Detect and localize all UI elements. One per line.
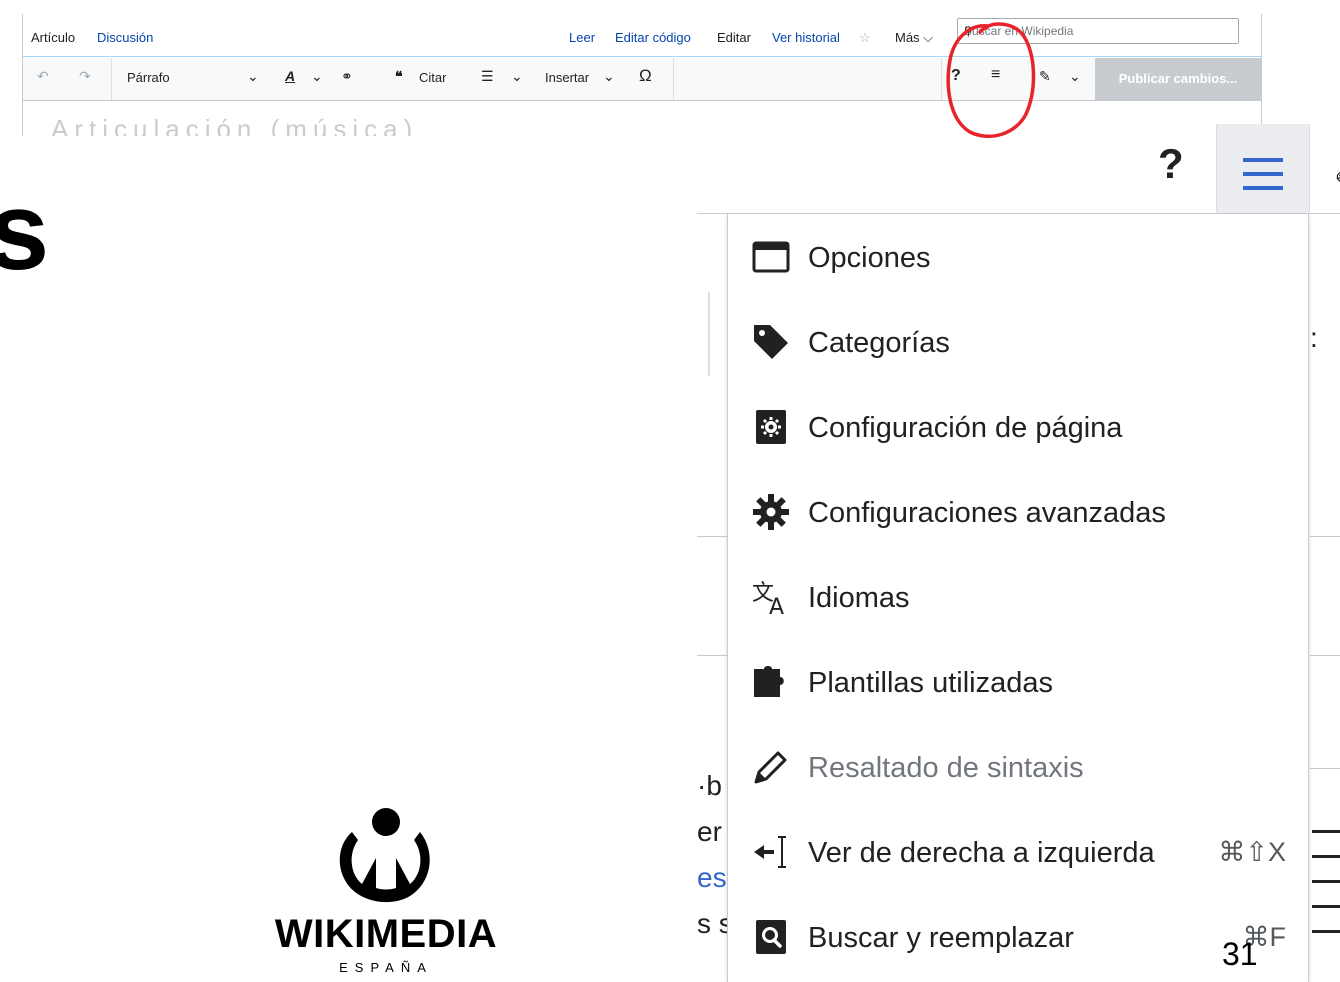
content-rule: [697, 655, 727, 656]
tab-divider: [23, 56, 1261, 57]
menu-item-label: Configuraciones avanzadas: [808, 497, 1166, 529]
menu-item-label: Categorías: [808, 327, 950, 359]
menu-item-syntax-highlighting[interactable]: Resaltado de sintaxis: [728, 732, 1308, 802]
wikimedia-logo-icon: [339, 808, 430, 903]
menu-item-label: Plantillas utilizadas: [808, 667, 1054, 699]
tab-article[interactable]: Artículo: [31, 30, 75, 45]
rtl-icon: [754, 836, 786, 868]
content-text-fragment: er: [697, 816, 722, 847]
content-rule: [1312, 830, 1340, 833]
insert-menu[interactable]: Insertar: [545, 70, 589, 85]
quote-icon[interactable]: ❝: [395, 68, 403, 85]
edit-mode-pencil-icon[interactable]: ✎: [1039, 68, 1051, 85]
menu-item-templates-used[interactable]: Plantillas utilizadas: [728, 647, 1308, 717]
help-button-large[interactable]: ?: [1158, 140, 1184, 188]
gear-icon: [753, 494, 789, 530]
page-title-placeholder: Articulación (música): [51, 114, 419, 136]
content-divider: [708, 292, 710, 376]
window-icon: [752, 241, 790, 273]
wikimedia-wordmark: WIKIMEDIA: [274, 912, 498, 956]
settings-square-icon: [756, 410, 786, 444]
menu-item-label: Idiomas: [808, 582, 910, 614]
tag-icon: [754, 325, 788, 359]
content-rule: [1312, 905, 1340, 908]
publish-button[interactable]: Publicar cambios...: [1095, 58, 1261, 100]
page-options-menu: Opciones Categorías Configuración de pág…: [727, 214, 1309, 982]
menu-item-label: Buscar y reemplazar: [808, 922, 1074, 954]
chevron-down-icon[interactable]: ⌄: [511, 68, 523, 85]
menu-item-label: Ver de derecha a izquierda: [808, 837, 1155, 869]
content-rule: [1310, 536, 1340, 537]
menu-item-label: Resaltado de sintaxis: [808, 752, 1084, 784]
slide-number: 31: [1222, 936, 1258, 972]
list-icon[interactable]: ☰: [481, 68, 494, 85]
content-rule: [1312, 880, 1340, 883]
wikimedia-chapter-name: ESPAÑA: [339, 960, 433, 975]
toolbar-separator: [673, 58, 674, 100]
paragraph-format-select[interactable]: Párrafo: [127, 70, 170, 85]
editor-toolbar: ↶ ↷ Párrafo ⌄ A ⌄ ⚭ ❝ Citar ☰ ⌄ Insertar…: [23, 58, 1261, 101]
star-icon[interactable]: ☆: [859, 30, 871, 46]
content-rule: [1312, 855, 1340, 858]
content-rule: [1310, 768, 1340, 769]
link-icon[interactable]: ⚭: [341, 68, 353, 85]
tab-history[interactable]: Ver historial: [772, 30, 840, 45]
redo-icon[interactable]: ↷: [79, 68, 91, 85]
menu-item-options[interactable]: Opciones: [728, 222, 1308, 292]
content-rule: [1312, 930, 1340, 933]
undo-icon[interactable]: ↶: [37, 68, 49, 85]
language-icon: 文 A: [752, 581, 784, 616]
editor-screenshot: Artículo Discusión Leer Editar código Ed…: [22, 14, 1262, 136]
menu-item-advanced-settings[interactable]: Configuraciones avanzadas: [728, 477, 1308, 547]
menu-item-find-replace[interactable]: Buscar y reemplazar ⌘F: [728, 902, 1308, 972]
tab-edit[interactable]: Editar: [717, 30, 751, 45]
chevron-down-icon[interactable]: ⌄: [603, 68, 615, 85]
tab-discussion[interactable]: Discusión: [97, 30, 153, 45]
menu-item-label: Configuración de página: [808, 412, 1123, 444]
special-character-icon[interactable]: Ω: [639, 66, 652, 86]
puzzle-icon: [754, 666, 784, 697]
red-circle-annotation: [946, 22, 1036, 138]
content-text-fragment: ·b: [697, 770, 722, 801]
content-link-fragment: es: [697, 862, 727, 893]
toolbar-separator: [111, 58, 112, 100]
keyboard-shortcut: ⌘⇧X: [1218, 837, 1286, 867]
menu-item-right-to-left[interactable]: Ver de derecha a izquierda ⌘⇧X: [728, 817, 1308, 887]
menu-item-page-settings[interactable]: Configuración de página: [728, 392, 1308, 462]
page-options-menu-button[interactable]: [1217, 124, 1309, 213]
edit-mode-icon-fragment: ✎: [1334, 166, 1340, 201]
content-rule: [1310, 655, 1340, 656]
heading-fragment: s: [0, 170, 50, 293]
tab-more[interactable]: Más ⌵: [895, 30, 933, 46]
svg-text:A: A: [769, 595, 784, 616]
content-text-fragment: :: [1310, 322, 1318, 353]
menu-item-label: Opciones: [808, 242, 931, 274]
cite-button[interactable]: Citar: [419, 70, 446, 85]
chevron-down-icon[interactable]: ⌄: [311, 68, 323, 85]
chevron-down-icon[interactable]: ⌄: [1069, 68, 1081, 85]
pencil-icon: [754, 751, 787, 784]
tab-read[interactable]: Leer: [569, 30, 595, 45]
menu-item-languages[interactable]: 文 A Idiomas: [728, 562, 1308, 632]
content-rule: [697, 536, 727, 537]
search-replace-icon: [756, 920, 786, 954]
menu-item-categories[interactable]: Categorías: [728, 307, 1308, 377]
tab-edit-source[interactable]: Editar código: [615, 30, 691, 45]
chevron-down-icon[interactable]: ⌄: [247, 68, 259, 85]
text-style-icon[interactable]: A: [285, 68, 295, 84]
hamburger-icon: [1243, 146, 1283, 190]
toolbar-separator: [1309, 124, 1310, 212]
tab-more-label: Más: [895, 30, 920, 45]
